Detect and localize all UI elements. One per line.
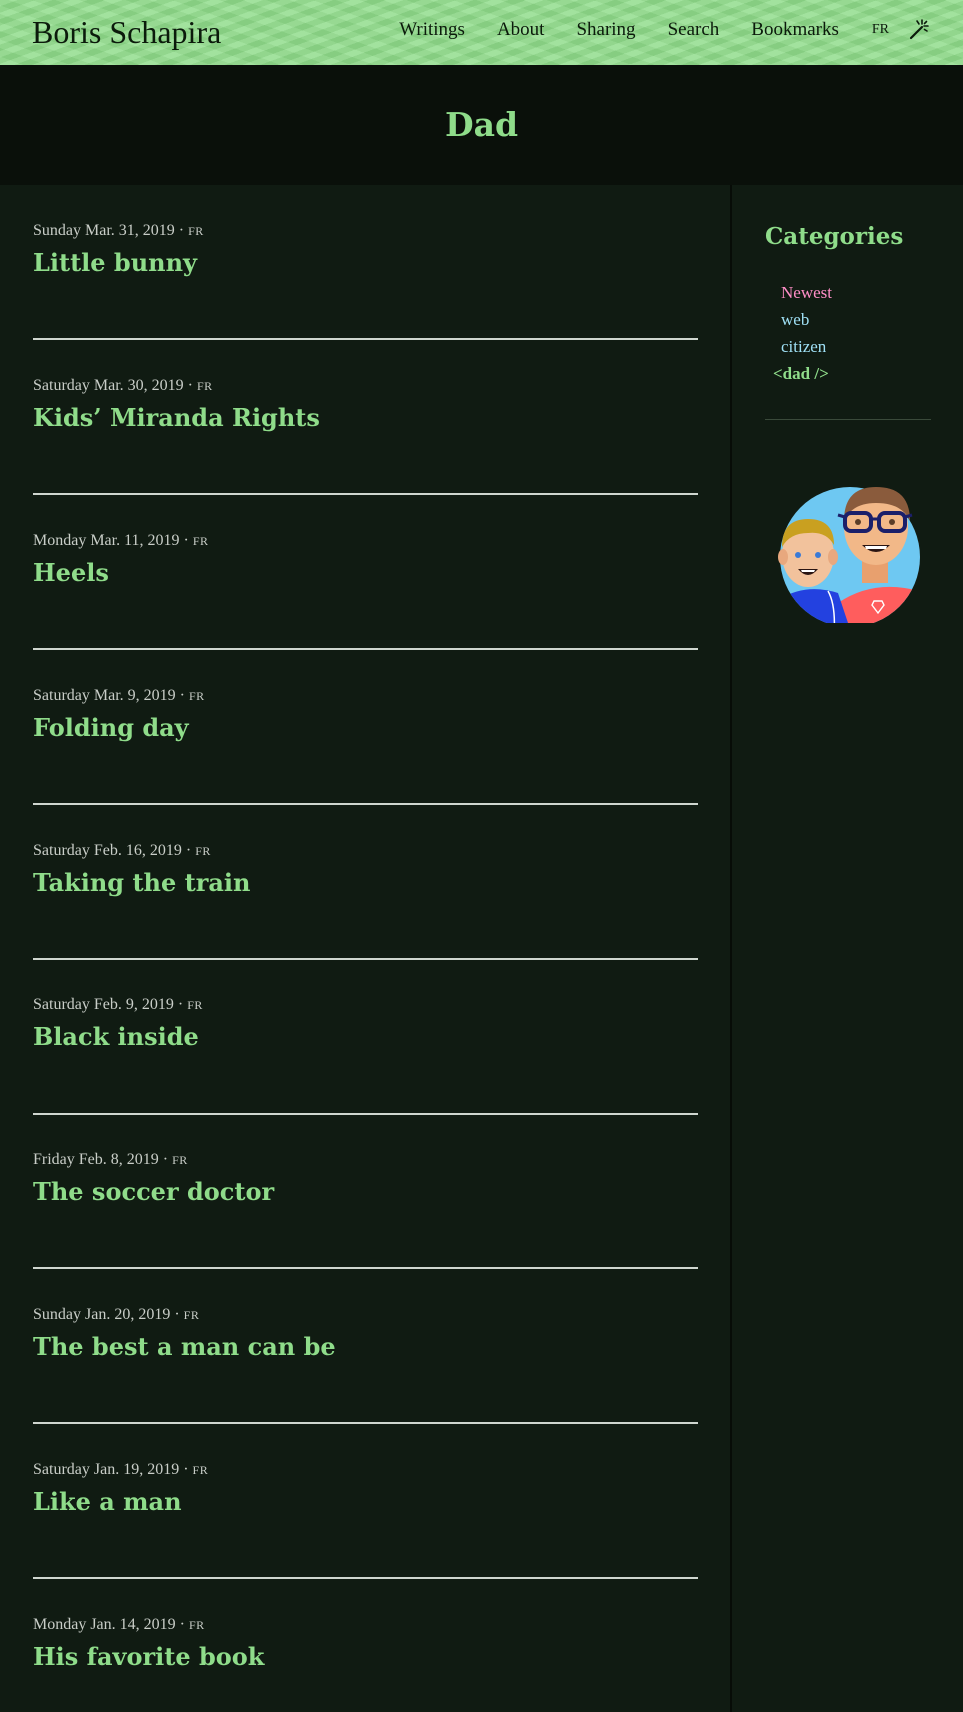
divider — [33, 958, 698, 960]
divider — [33, 1422, 698, 1424]
post-meta: Sunday Mar. 31, 2019 · FR — [33, 222, 698, 240]
post-date: Saturday Feb. 9, 2019 · — [33, 996, 188, 1013]
post-meta: Sunday Jan. 20, 2019 · FR — [33, 1306, 698, 1324]
list-item: Sunday Jan. 20, 2019 · FR The best a man… — [33, 1306, 698, 1361]
list-item: Saturday Feb. 9, 2019 · FR Black inside — [33, 996, 698, 1051]
divider — [33, 648, 698, 650]
nav-item-bookmarks[interactable]: Bookmarks — [751, 19, 839, 41]
list-item: Saturday Mar. 30, 2019 · FR Kids’ Mirand… — [33, 377, 698, 432]
post-meta: Monday Jan. 14, 2019 · FR — [33, 1616, 698, 1634]
post-lang-link[interactable]: FR — [188, 224, 204, 238]
post-title-link[interactable]: The best a man can be — [33, 1332, 698, 1361]
post-meta: Friday Feb. 8, 2019 · FR — [33, 1151, 698, 1169]
post-lang-link[interactable]: FR — [189, 1618, 205, 1632]
post-lang-link[interactable]: FR — [195, 844, 211, 858]
divider — [33, 1267, 698, 1269]
post-lang-link[interactable]: FR — [184, 1308, 200, 1322]
site-header: Boris Schapira Writings About Sharing Se… — [0, 0, 963, 65]
post-meta: Saturday Mar. 30, 2019 · FR — [33, 377, 698, 395]
post-date: Sunday Jan. 20, 2019 · — [33, 1306, 184, 1323]
post-meta: Saturday Jan. 19, 2019 · FR — [33, 1461, 698, 1479]
post-lang-link[interactable]: FR — [189, 689, 205, 703]
list-item: Sunday Mar. 31, 2019 · FR Little bunny — [33, 222, 698, 277]
post-lang-link[interactable]: FR — [193, 1463, 209, 1477]
post-title-link[interactable]: Folding day — [33, 713, 698, 742]
main-nav: Writings About Sharing Search Bookmarks … — [367, 19, 929, 41]
site-title-link[interactable]: Boris Schapira — [32, 14, 221, 51]
post-lang-link[interactable]: FR — [172, 1153, 188, 1167]
page-title: Dad — [444, 105, 519, 144]
nav-item-sharing[interactable]: Sharing — [576, 19, 635, 41]
post-title-link[interactable]: Heels — [33, 558, 698, 587]
post-title-link[interactable]: Black inside — [33, 1022, 698, 1051]
divider — [33, 1113, 698, 1115]
post-title-link[interactable]: The soccer doctor — [33, 1177, 698, 1206]
list-item: Saturday Mar. 9, 2019 · FR Folding day — [33, 687, 698, 742]
nav-item-about[interactable]: About — [497, 19, 545, 41]
post-date: Saturday Mar. 9, 2019 · — [33, 687, 189, 704]
post-date: Sunday Mar. 31, 2019 · — [33, 222, 189, 239]
post-meta: Saturday Mar. 9, 2019 · FR — [33, 687, 698, 705]
list-item: Saturday Feb. 16, 2019 · FR Taking the t… — [33, 842, 698, 897]
post-date: Monday Jan. 14, 2019 · — [33, 1616, 189, 1633]
divider — [33, 493, 698, 495]
post-lang-link[interactable]: FR — [187, 998, 203, 1012]
post-lang-link[interactable]: FR — [197, 379, 213, 393]
post-date: Friday Feb. 8, 2019 · — [33, 1151, 173, 1168]
post-date: Saturday Feb. 16, 2019 · — [33, 842, 196, 859]
sidebar: Categories Newest web citizen <dad /> — [732, 185, 963, 1712]
post-title-link[interactable]: Like a man — [33, 1487, 698, 1516]
list-item: Saturday Jan. 19, 2019 · FR Like a man — [33, 1461, 698, 1516]
list-item: Monday Mar. 11, 2019 · FR Heels — [33, 532, 698, 587]
category-link-web[interactable]: web — [781, 310, 809, 330]
post-title-link[interactable]: Little bunny — [33, 248, 698, 277]
post-title-link[interactable]: His favorite book — [33, 1642, 698, 1671]
father-and-son-avatar — [776, 475, 924, 627]
post-date: Monday Mar. 11, 2019 · — [33, 532, 193, 549]
divider — [33, 338, 698, 340]
post-lang-link[interactable]: FR — [193, 534, 209, 548]
post-date: Saturday Mar. 30, 2019 · — [33, 377, 197, 394]
post-list: Sunday Mar. 31, 2019 · FR Little bunny S… — [0, 185, 730, 1712]
post-date: Saturday Jan. 19, 2019 · — [33, 1461, 193, 1478]
nav-item-search[interactable]: Search — [668, 19, 720, 41]
category-current-dad: <dad /> — [773, 364, 829, 383]
post-title-link[interactable]: Kids’ Miranda Rights — [33, 403, 698, 432]
sidebar-divider — [765, 419, 931, 420]
divider — [33, 1577, 698, 1579]
list-item: Monday Jan. 14, 2019 · FR His favorite b… — [33, 1616, 698, 1671]
language-switch-link[interactable]: FR — [872, 22, 889, 38]
category-link-citizen[interactable]: citizen — [781, 337, 826, 357]
category-link-newest[interactable]: Newest — [781, 283, 832, 303]
post-meta: Monday Mar. 11, 2019 · FR — [33, 532, 698, 550]
post-title-link[interactable]: Taking the train — [33, 868, 698, 897]
divider — [33, 803, 698, 805]
post-meta: Saturday Feb. 16, 2019 · FR — [33, 842, 698, 860]
post-meta: Saturday Feb. 9, 2019 · FR — [33, 996, 698, 1014]
list-item: Friday Feb. 8, 2019 · FR The soccer doct… — [33, 1151, 698, 1206]
magic-wand-icon[interactable] — [907, 19, 929, 41]
page-hero: Dad — [0, 65, 963, 185]
nav-item-writings[interactable]: Writings — [399, 19, 465, 41]
categories-heading: Categories — [765, 223, 904, 250]
